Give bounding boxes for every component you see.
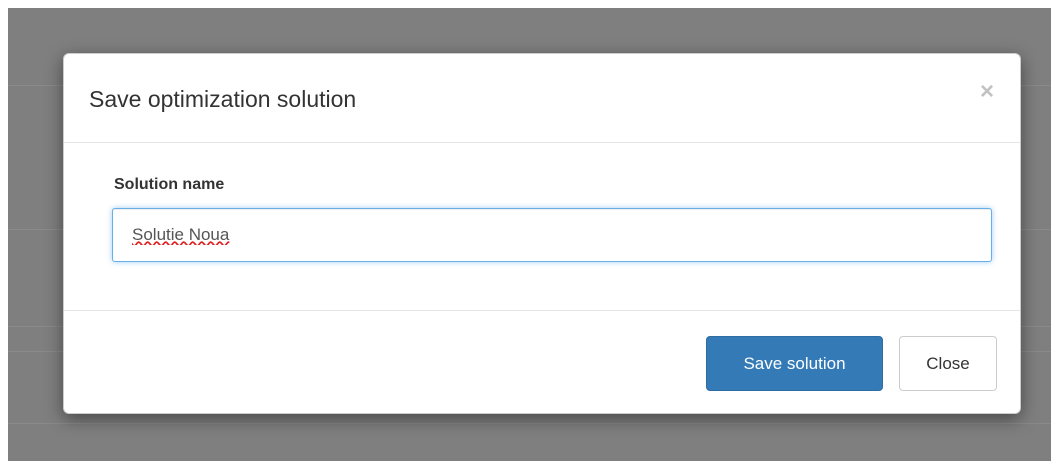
save-solution-button[interactable]: Save solution [706, 336, 883, 391]
background-divider [8, 423, 1051, 424]
close-button[interactable]: Close [899, 336, 997, 391]
dialog-body: Solution name [64, 143, 1020, 311]
dialog-footer: Save solution Close [64, 311, 1020, 415]
solution-name-input[interactable] [112, 208, 992, 262]
dialog-title: Save optimization solution [89, 86, 357, 112]
close-icon[interactable]: × [980, 78, 994, 106]
save-solution-dialog: Save optimization solution × Solution na… [63, 53, 1021, 414]
solution-name-label: Solution name [114, 176, 225, 193]
dialog-header: Save optimization solution × [64, 54, 1020, 143]
